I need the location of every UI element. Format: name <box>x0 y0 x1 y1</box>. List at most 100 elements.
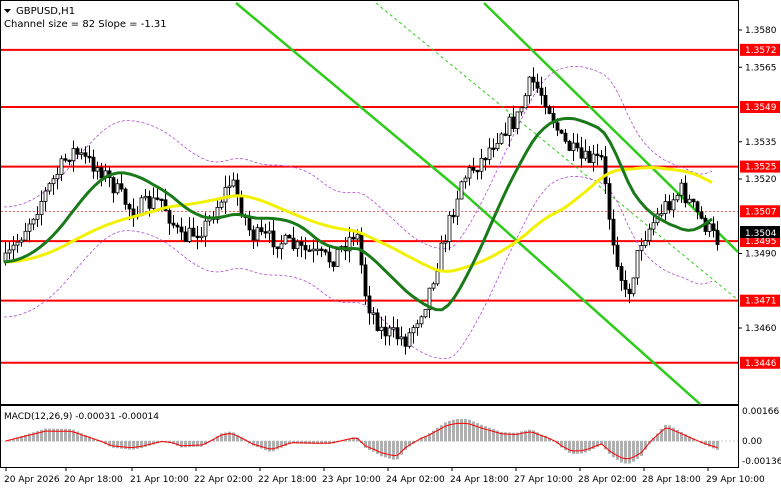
candle-body <box>183 231 188 242</box>
macd-bar <box>124 441 127 450</box>
candle-body <box>471 167 476 171</box>
macd-bar <box>312 441 315 445</box>
macd-tick-label: -0.00136 <box>742 457 781 467</box>
macd-bar <box>620 441 623 463</box>
macd-bar <box>192 441 195 447</box>
price-tick-label: 1.3580 <box>745 26 777 36</box>
candle-body <box>603 156 608 184</box>
time-tick-label: 29 Apr 10:00 <box>706 475 765 485</box>
bid-price-label: 1.3507 <box>745 207 777 217</box>
time-tick-label: 21 Apr 10:00 <box>130 475 189 485</box>
price-tick-label: 1.3490 <box>745 250 777 260</box>
candle-body <box>443 241 448 244</box>
candle-body <box>55 173 60 180</box>
price-tick-label: 1.3535 <box>745 138 777 148</box>
candle-body <box>399 336 404 340</box>
candle-body <box>99 167 104 179</box>
chart-window: 1.3572 1.3549 1.3525 1.3495 1.3471 1.3446 1.35… <box>0 0 781 489</box>
candle-body <box>587 150 592 163</box>
candle-body <box>271 230 276 248</box>
candle-body <box>151 197 156 209</box>
candle-body <box>495 142 500 149</box>
time-tick-label: 28 Apr 02:00 <box>578 475 637 485</box>
candle-body <box>295 241 300 250</box>
candle-body <box>311 248 316 252</box>
candle-body <box>691 198 696 203</box>
candle-body <box>639 245 644 251</box>
candle-body <box>419 316 424 325</box>
candle-body <box>611 218 616 246</box>
macd-bar <box>184 441 187 448</box>
candle-body <box>391 327 396 330</box>
candle-body <box>291 237 296 250</box>
macd-bar <box>140 441 143 449</box>
candle-body <box>615 244 620 267</box>
candle-body <box>423 309 428 318</box>
time-tick-label: 22 Apr 18:00 <box>258 475 317 485</box>
macd-bar <box>612 441 615 458</box>
candle-body <box>95 167 100 172</box>
macd-bar <box>444 422 447 442</box>
candle-body <box>395 327 400 340</box>
candle-body <box>683 182 688 204</box>
macd-bar <box>316 441 319 445</box>
candle-body <box>619 266 624 281</box>
candle-body <box>231 179 236 187</box>
candle-body <box>279 243 284 250</box>
macd-bar <box>452 419 455 442</box>
macd-bar <box>44 428 47 442</box>
candle-body <box>491 147 496 150</box>
candle-body <box>511 116 516 130</box>
candle-body <box>659 213 664 216</box>
candle-body <box>283 234 288 245</box>
candle-body <box>527 76 532 97</box>
symbol-label: GBPUSD,H1 <box>16 6 75 17</box>
candle-body <box>315 248 320 251</box>
macd-bar <box>264 441 267 450</box>
candle-body <box>267 230 272 234</box>
macd-bar <box>196 441 199 447</box>
candle-body <box>159 198 164 201</box>
macd-bar <box>616 441 619 460</box>
level-label: 1.3572 <box>745 46 777 56</box>
candle-body <box>571 142 576 151</box>
macd-bar <box>576 441 579 454</box>
candle-body <box>407 332 412 347</box>
level-label: 1.3446 <box>745 359 777 369</box>
candle-body <box>523 95 528 109</box>
price-tick-label: 1.3520 <box>745 175 777 185</box>
time-tick-label: 20 Apr 18:00 <box>64 475 123 485</box>
candle-body <box>123 188 128 205</box>
candle-body <box>439 242 444 272</box>
candle-body <box>663 201 668 215</box>
macd-bar <box>580 441 583 454</box>
candle-body <box>451 214 456 218</box>
candle-body <box>195 235 200 239</box>
time-tick-label: 24 Apr 18:00 <box>450 475 509 485</box>
macd-bar <box>472 421 475 442</box>
candle-body <box>199 235 204 239</box>
macd-bar <box>324 441 327 445</box>
candle-body <box>667 201 672 211</box>
candle-body <box>175 224 180 228</box>
macd-label: MACD(12,26,9) -0.00031 -0.00014 <box>4 412 159 422</box>
time-axis: 20 Apr 2026 20 Apr 18:00 21 Apr 10:00 22 Ap… <box>4 467 765 485</box>
macd-bar <box>180 441 183 448</box>
candle-body <box>91 156 96 172</box>
candle-body <box>507 116 512 136</box>
candle-body <box>435 270 440 285</box>
macd-bar <box>68 428 71 442</box>
macd-bar <box>448 420 451 442</box>
candle-body <box>299 241 304 246</box>
current-price-label: 1.3504 <box>745 229 777 239</box>
candle-body <box>651 222 656 230</box>
candle-body <box>147 195 152 209</box>
candle-body <box>335 249 340 267</box>
main-chart-frame[interactable] <box>0 0 739 405</box>
macd-bar <box>188 441 191 448</box>
candle-body <box>43 190 48 202</box>
candle-body <box>383 326 388 337</box>
candle-body <box>627 288 632 295</box>
candle-body <box>111 177 116 194</box>
candle-body <box>647 228 652 241</box>
